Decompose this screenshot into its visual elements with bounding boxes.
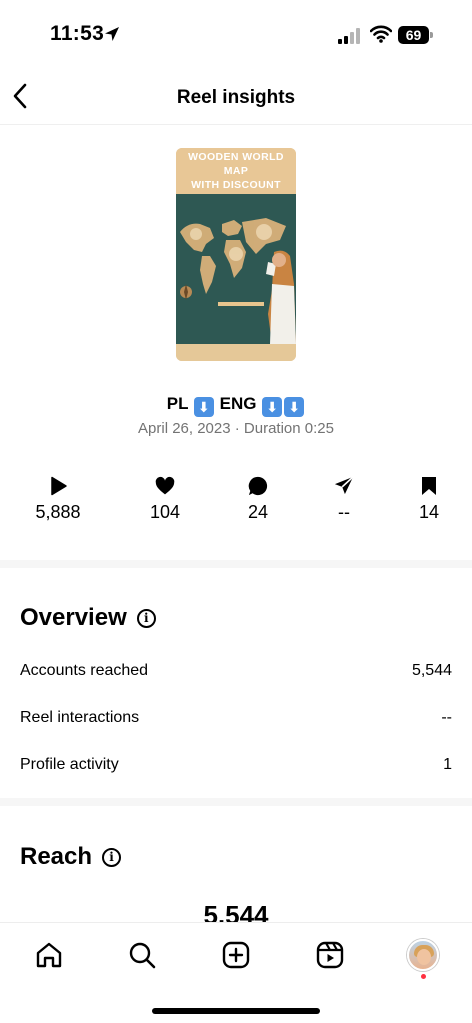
overview-row-accounts-reached[interactable]: Accounts reached 5,544	[20, 662, 452, 686]
nav-create[interactable]	[216, 937, 256, 973]
bookmark-icon	[422, 477, 436, 495]
stat-saves: 14	[384, 476, 472, 523]
header: Reel insights	[0, 70, 472, 125]
status-bar: 11:53 69	[0, 0, 472, 70]
reach-heading: Reach i	[20, 843, 122, 871]
down-arrow-emoji-icon: ⬇	[262, 397, 283, 417]
create-icon	[222, 941, 250, 969]
home-indicator[interactable]	[152, 1008, 320, 1014]
status-time: 11:53	[50, 22, 105, 45]
reel-thumbnail[interactable]: WOODEN WORLD MAP WITH DISCOUNT	[176, 148, 296, 361]
battery-level: 69	[398, 26, 429, 44]
bottom-nav	[0, 922, 472, 1023]
stat-shares: --	[299, 476, 389, 523]
down-arrow-emoji-icon: ⬇	[193, 397, 214, 417]
notification-dot	[421, 974, 426, 979]
nav-home[interactable]	[29, 937, 69, 973]
section-divider	[0, 560, 472, 568]
cellular-signal-icon	[338, 28, 362, 49]
stat-value: 5,888	[35, 502, 81, 522]
stat-value: 104	[149, 502, 181, 522]
play-icon	[51, 476, 67, 496]
page-title: Reel insights	[176, 87, 296, 108]
nav-search[interactable]	[122, 937, 162, 973]
info-icon[interactable]: i	[102, 847, 122, 867]
stat-likes: 104	[120, 476, 210, 523]
reels-icon	[316, 941, 344, 969]
home-icon	[36, 942, 62, 968]
stat-value: --	[338, 502, 350, 522]
down-arrow-emoji-icon: ⬇	[284, 397, 305, 417]
overview-row-reel-interactions[interactable]: Reel interactions --	[20, 709, 452, 733]
reel-caption: PL ⬇ ENG ⬇ ⬇	[0, 394, 472, 417]
search-icon	[129, 942, 156, 969]
overview-heading: Overview i	[20, 604, 156, 632]
stat-comments: 24	[213, 476, 303, 523]
thumbnail-image	[176, 194, 296, 344]
stat-value: 24	[247, 502, 269, 522]
overview-row-profile-activity[interactable]: Profile activity 1	[20, 756, 452, 780]
comment-icon	[248, 476, 268, 496]
battery-icon: 69	[398, 26, 433, 44]
info-icon[interactable]: i	[136, 608, 156, 628]
location-arrow-icon	[104, 26, 120, 47]
nav-reels[interactable]	[310, 937, 350, 973]
avatar[interactable]	[407, 939, 439, 971]
section-divider	[0, 798, 472, 806]
stat-plays: 5,888	[13, 476, 103, 523]
stat-value: 14	[418, 502, 440, 522]
heart-icon	[155, 476, 175, 495]
reel-meta: April 26, 2023 · Duration 0:25	[138, 420, 334, 437]
thumbnail-title: WOODEN WORLD MAP WITH DISCOUNT	[188, 151, 284, 191]
nav-profile[interactable]	[403, 937, 443, 973]
stats-row: 5,888 104 24 -- 14	[0, 476, 472, 526]
wifi-icon	[369, 25, 393, 48]
share-icon	[334, 476, 354, 495]
